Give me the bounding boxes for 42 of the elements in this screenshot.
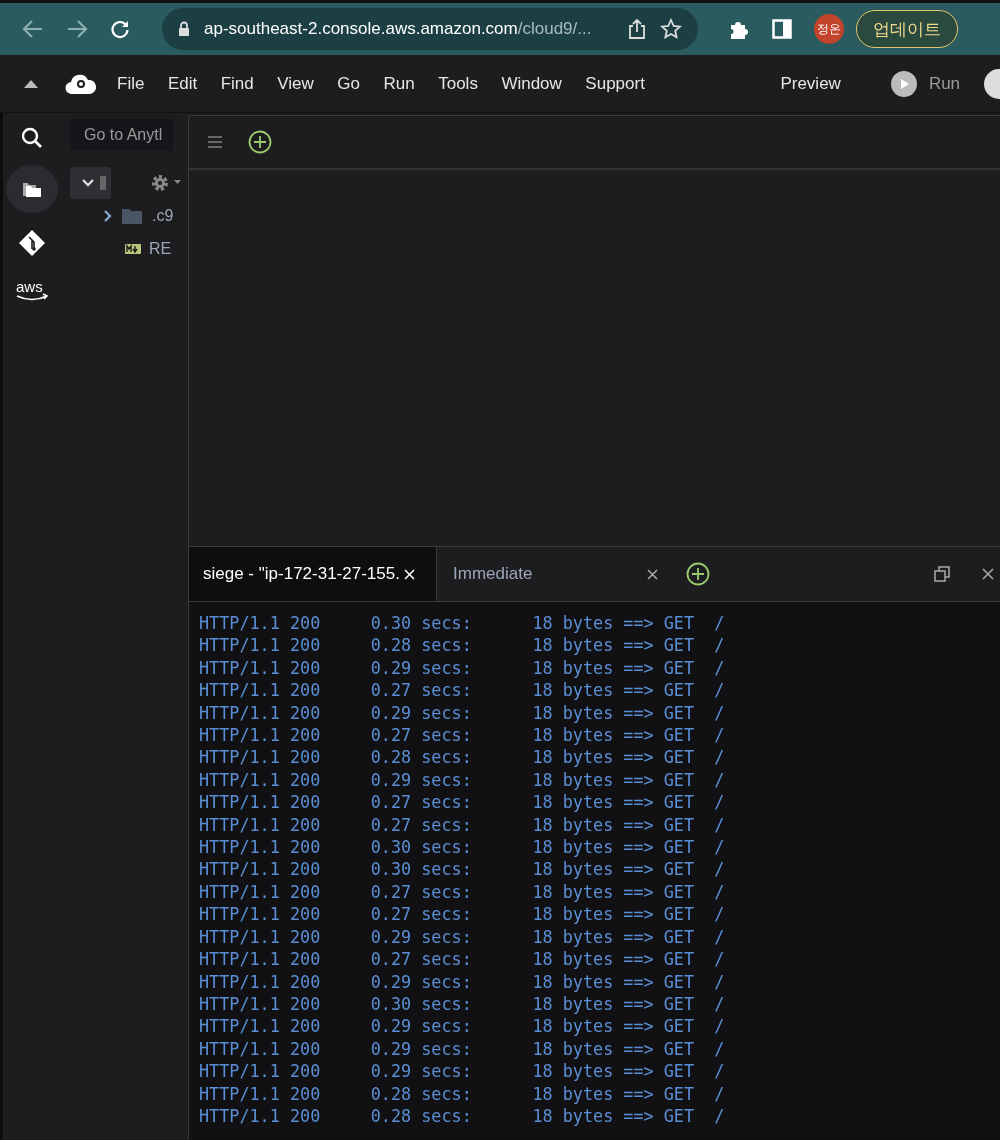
- terminal-tab[interactable]: Immediate: [436, 547, 668, 601]
- menu-item[interactable]: Go: [337, 73, 360, 94]
- menu-item[interactable]: Find: [220, 73, 254, 94]
- update-button[interactable]: 업데이트: [856, 10, 958, 48]
- file-tree-item[interactable]: RE: [149, 239, 172, 258]
- terminal-line: HTTP/1.1 200 0.27 secs: 18 bytes ==> GET /: [199, 791, 726, 814]
- terminal-line: HTTP/1.1 200 0.28 secs: 18 bytes ==> GET /: [199, 634, 726, 657]
- terminal-line: HTTP/1.1 200 0.29 secs: 18 bytes ==> GET /: [199, 768, 726, 792]
- menu-item[interactable]: Run: [383, 73, 415, 94]
- terminal-line: HTTP/1.1 200 0.29 secs: 18 bytes ==> GET /: [199, 925, 726, 949]
- terminal-line: HTTP/1.1 200 0.30 secs: 18 bytes ==> GET /: [199, 836, 726, 859]
- profile-avatar[interactable]: 정온: [814, 14, 844, 44]
- terminal-line: HTTP/1.1 200 0.28 secs: 18 bytes ==> GET /: [199, 1104, 726, 1128]
- go-to-anything-field[interactable]: Go to Anytl: [70, 119, 173, 151]
- terminal-line: HTTP/1.1 200 0.28 secs: 18 bytes ==> GET /: [199, 746, 726, 769]
- terminal-line: HTTP/1.1 200 0.27 secs: 18 bytes ==> GET /: [199, 880, 726, 904]
- menu-item[interactable]: Edit: [167, 73, 198, 94]
- terminal-line: HTTP/1.1 200 0.27 secs: 18 bytes ==> GET /: [199, 724, 726, 747]
- terminal-line: HTTP/1.1 200 0.29 secs: 18 bytes ==> GET /: [199, 656, 726, 680]
- terminal-line: HTTP/1.1 200 0.27 secs: 18 bytes ==> GET /: [199, 679, 726, 702]
- menu-item[interactable]: Support: [585, 73, 645, 94]
- terminal-line: HTTP/1.1 200 0.28 secs: 18 bytes ==> GET /: [199, 1082, 726, 1105]
- terminal-line: HTTP/1.1 200 0.29 secs: 18 bytes ==> GET /: [199, 701, 726, 725]
- menu-item[interactable]: File: [117, 73, 145, 94]
- menu-item[interactable]: Tools: [438, 73, 478, 94]
- run-button[interactable]: Run: [890, 70, 961, 97]
- terminal-line: HTTP/1.1 200 0.30 secs: 18 bytes ==> GET /: [199, 992, 726, 1016]
- terminal-line: HTTP/1.1 200 0.29 secs: 18 bytes ==> GET /: [199, 1015, 726, 1038]
- preview-menu[interactable]: Preview: [780, 73, 841, 94]
- terminal-line: HTTP/1.1 200 0.29 secs: 18 bytes ==> GET /: [199, 970, 726, 993]
- terminal-line: HTTP/1.1 200 0.29 secs: 18 bytes ==> GET /: [199, 1060, 726, 1083]
- terminal-line: HTTP/1.1 200 0.27 secs: 18 bytes ==> GET /: [199, 948, 726, 971]
- terminal-line: HTTP/1.1 200 0.30 secs: 18 bytes ==> GET /: [199, 858, 726, 881]
- address-bar[interactable]: ap-southeast-2.console.aws.amazon.com/cloud9/...: [162, 8, 698, 50]
- terminal-line: HTTP/1.1 200 0.30 secs: 18 bytes ==> GET /: [199, 612, 726, 635]
- terminal-line: HTTP/1.1 200 0.27 secs: 18 bytes ==> GET /: [199, 903, 726, 926]
- terminal-line: HTTP/1.1 200 0.27 secs: 18 bytes ==> GET /: [199, 813, 726, 837]
- terminal-tab[interactable]: siege - "ip-172-31-27-155.: [189, 547, 436, 601]
- file-tree-item[interactable]: .c9: [152, 206, 174, 225]
- menu-item[interactable]: Window: [501, 73, 562, 94]
- terminal-line: HTTP/1.1 200 0.29 secs: 18 bytes ==> GET /: [199, 1037, 726, 1061]
- menu-item[interactable]: View: [277, 73, 314, 94]
